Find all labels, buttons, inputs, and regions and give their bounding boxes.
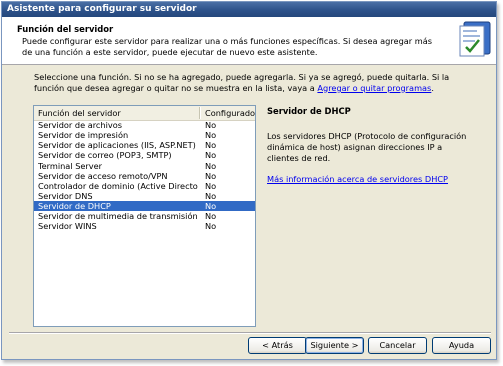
list-item[interactable]: Servidor DNS No [34,191,255,201]
wizard-server-icon [459,21,491,57]
back-button[interactable]: < Atrás [248,337,307,354]
role-configured: No [205,160,217,171]
role-configured: No [205,120,217,130]
role-configured: No [205,180,217,191]
title-bar[interactable]: Asistente para configurar su servidor [2,2,496,17]
list-item-selected[interactable]: Servidor de DHCP No [34,201,255,212]
list-item[interactable]: Servidor de correo (POP3, SMTP) No [34,150,255,160]
role-name: Controlador de dominio (Active Directory… [38,180,198,191]
more-info-dhcp-link[interactable]: Más información acerca de servidores DHC… [267,174,467,184]
help-button[interactable]: Ayuda [432,337,491,354]
window-title: Asistente para configurar su servidor [7,4,197,14]
role-name: Servidor de DHCP [38,201,111,212]
column-header-role[interactable]: Función del servidor [38,108,121,118]
role-name: Servidor DNS [38,190,93,201]
role-name: Servidor de aplicaciones (IIS, ASP.NET) [38,140,196,151]
cancel-button[interactable]: Cancelar [368,337,427,354]
add-remove-programs-link[interactable]: Agregar o quitar programas [317,83,431,93]
role-configured: No [205,190,217,201]
role-info-description: Los servidores DHCP (Protocolo de config… [267,131,467,163]
list-header: Función del servidor Configurado [34,106,255,121]
role-configured: No [205,221,217,232]
next-button[interactable]: Siguiente > [305,337,364,354]
list-item[interactable]: Servidor de aplicaciones (IIS, ASP.NET) N… [34,140,255,150]
role-configured: No [205,130,217,141]
list-item[interactable]: Terminal Server No [34,161,255,171]
role-name: Servidor de archivos [38,120,123,130]
column-separator[interactable] [199,107,201,119]
role-info-title: Servidor de DHCP [267,106,351,116]
role-configured: No [205,201,217,212]
list-item[interactable]: Servidor de archivos No [34,120,255,130]
role-name: Servidor de acceso remoto/VPN [38,170,168,181]
column-header-configured[interactable]: Configurado [205,108,255,118]
role-name: Servidor de multimedia de transmisión po… [38,211,198,222]
list-item[interactable]: Servidor de multimedia de transmisión po… [34,211,255,221]
role-name: Servidor WINS [38,221,97,232]
list-item[interactable]: Servidor WINS No [34,221,255,231]
role-configured: No [205,170,217,181]
page-title: Función del servidor [17,24,114,34]
intro-text: Seleccione una función. Si no se ha agre… [34,72,474,94]
role-configured: No [205,211,217,222]
server-role-list[interactable]: Función del servidor Configurado Servido… [33,105,256,327]
role-name: Terminal Server [38,160,103,171]
role-name: Servidor de correo (POP3, SMTP) [38,150,172,161]
role-name: Servidor de impresión [38,130,129,141]
button-divider [9,332,491,334]
role-configured: No [205,140,217,151]
role-configured: No [205,150,217,161]
list-rows: Servidor de archivos No Servidor de impre… [34,120,255,232]
wizard-window: Asistente para configurar su servidor Fu… [1,1,497,360]
wizard-header: Función del servidor Puede configurar es… [2,17,496,65]
role-info-panel: Servidor de DHCP Los servidores DHCP (Pr… [267,106,467,184]
list-item[interactable]: Controlador de dominio (Active Directory… [34,181,255,191]
list-item[interactable]: Servidor de acceso remoto/VPN No [34,171,255,181]
intro-suffix: . [431,82,434,93]
list-item[interactable]: Servidor de impresión No [34,130,255,140]
page-subtitle: Puede configurar este servidor para real… [22,36,433,57]
